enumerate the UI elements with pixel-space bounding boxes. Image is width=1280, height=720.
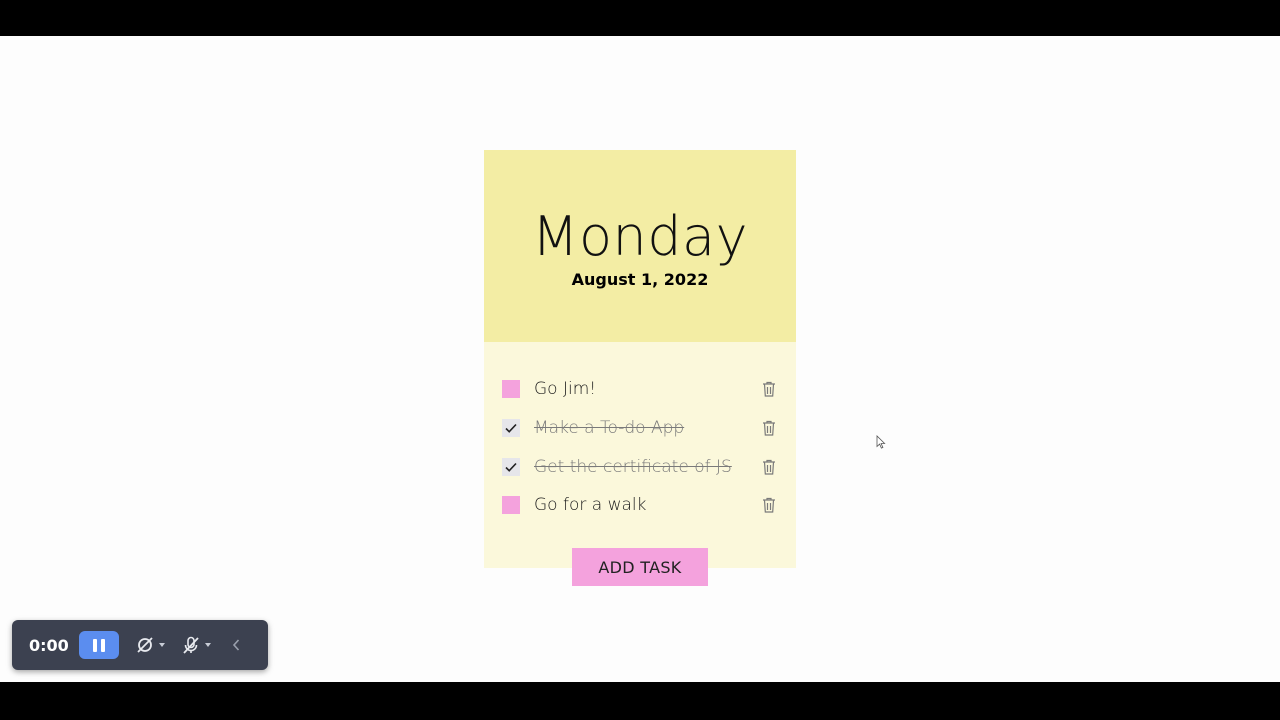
task-item: Go for a walk <box>484 486 796 525</box>
trash-icon[interactable] <box>762 497 776 514</box>
card-header: Monday August 1, 2022 <box>484 150 796 342</box>
task-label: Go for a walk <box>534 495 647 516</box>
trash-icon[interactable] <box>762 420 776 436</box>
pause-button[interactable] <box>79 631 119 659</box>
trash-icon[interactable] <box>762 459 776 475</box>
chevron-down-icon[interactable] <box>205 643 211 647</box>
chevron-down-icon[interactable] <box>159 643 165 647</box>
mic-toggle[interactable] <box>181 635 211 655</box>
task-item: Get the certificate of JS <box>484 447 796 486</box>
trash-icon[interactable] <box>762 381 776 397</box>
date-subtitle: August 1, 2022 <box>571 269 709 289</box>
add-task-button[interactable]: ADD TASK <box>572 548 708 586</box>
letterbox-bottom <box>0 682 1280 720</box>
recording-timer: 0:00 <box>29 635 69 655</box>
mouse-cursor-icon <box>876 435 886 449</box>
chevron-left-icon <box>232 639 240 651</box>
task-checkbox[interactable] <box>502 496 520 515</box>
task-item: Go Jim! <box>484 370 796 409</box>
task-label: Make a To-do App <box>534 418 685 439</box>
camera-off-icon <box>137 637 153 653</box>
todo-card: Monday August 1, 2022 Go Jim! Make a To-… <box>484 150 796 586</box>
task-label: Go Jim! <box>534 379 597 400</box>
letterbox-top <box>0 0 1280 36</box>
task-list: Go Jim! Make a To-do App Get the certifi… <box>484 342 796 586</box>
collapse-toolbar-button[interactable] <box>231 638 241 652</box>
pause-icon <box>93 638 97 652</box>
task-checkbox[interactable] <box>502 380 520 399</box>
task-item: Make a To-do App <box>484 409 796 448</box>
day-title: Monday <box>531 204 749 268</box>
task-checkbox[interactable] <box>502 419 520 438</box>
mic-off-icon <box>183 636 199 654</box>
page-viewport: Monday August 1, 2022 Go Jim! Make a To-… <box>0 36 1280 682</box>
camera-toggle[interactable] <box>135 635 165 655</box>
checkmark-icon <box>505 462 517 472</box>
recorder-toolbar: 0:00 <box>12 620 268 670</box>
task-label: Get the certificate of JS <box>534 456 732 477</box>
checkmark-icon <box>505 423 517 433</box>
task-checkbox[interactable] <box>502 457 520 476</box>
